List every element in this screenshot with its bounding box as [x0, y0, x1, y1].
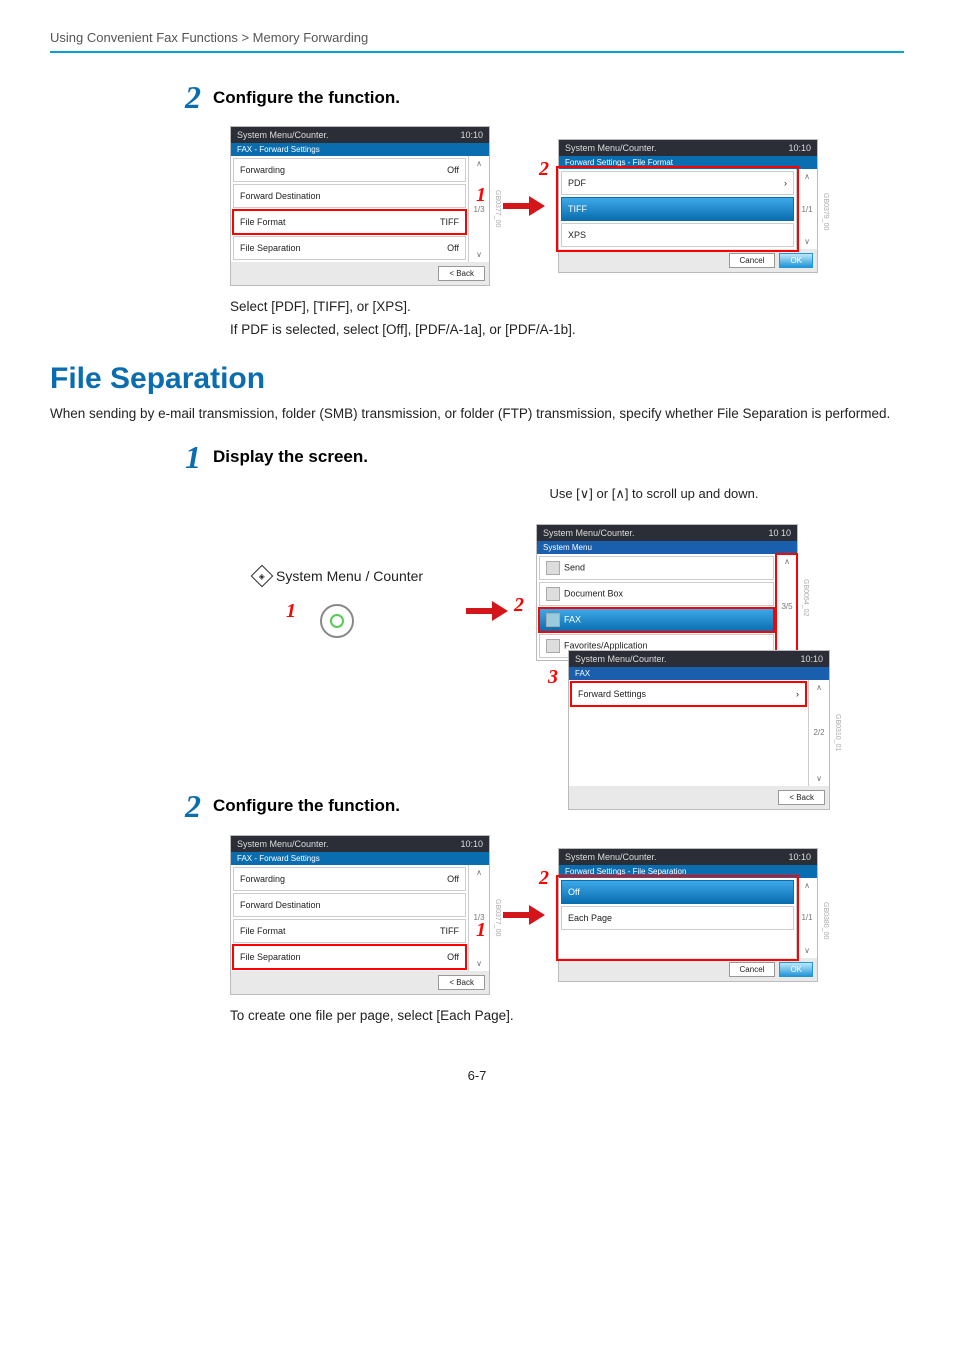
page-indicator: 2/2: [813, 728, 824, 737]
option-xps[interactable]: XPS: [561, 223, 794, 247]
scroll-down-icon[interactable]: ∨: [804, 237, 810, 246]
clock: 10:10: [788, 852, 811, 862]
callout-2: 2: [514, 594, 524, 617]
section-heading: File Separation: [50, 362, 904, 396]
arrow-right-icon: [498, 193, 550, 219]
screen-fax-menu: System Menu/Counter. 10:10 FAX Forward Se…: [568, 650, 830, 810]
screen-file-format: 2 System Menu/Counter.10:10 Forward Sett…: [558, 139, 818, 273]
step-2-number: 2: [185, 79, 201, 116]
scroll-down-icon[interactable]: ∨: [816, 774, 822, 783]
title: System Menu/Counter.: [565, 852, 657, 862]
subtitle: FAX: [569, 667, 829, 680]
section-description: When sending by e-mail transmission, fol…: [50, 406, 904, 421]
step-1-title: Display the screen.: [213, 447, 368, 467]
menu-send[interactable]: Send: [539, 556, 774, 580]
row-forwarding[interactable]: ForwardingOff: [233, 158, 466, 182]
subtitle: Forward Settings - File Format: [559, 156, 817, 169]
subtitle: System Menu: [537, 541, 797, 554]
step-1-number: 1: [185, 439, 201, 476]
menu-forward-settings[interactable]: Forward Settings›: [571, 682, 806, 706]
scroll-down-icon[interactable]: ∨: [476, 250, 482, 259]
physical-button[interactable]: [320, 604, 354, 638]
callout-2: 2: [539, 158, 549, 181]
row-file-format[interactable]: File FormatTIFF: [233, 210, 466, 234]
back-button[interactable]: < Back: [438, 975, 485, 990]
scroll-down-icon[interactable]: ∨: [804, 946, 810, 955]
row-file-format[interactable]: File FormatTIFF: [233, 919, 466, 943]
ref-code: GB0377_00: [494, 190, 501, 227]
option-tiff[interactable]: TIFF: [561, 197, 794, 221]
subtitle: FAX - Forward Settings: [231, 143, 489, 156]
cancel-button[interactable]: Cancel: [729, 253, 776, 268]
scroll-up-icon[interactable]: ∧: [476, 868, 482, 877]
system-menu-button-label: ◈ System Menu / Counter: [254, 568, 423, 584]
title: System Menu/Counter.: [565, 143, 657, 153]
ref-code: GB0379_00: [822, 193, 829, 230]
step-2-title: Configure the function.: [213, 88, 400, 108]
row-file-separation[interactable]: File SeparationOff: [233, 236, 466, 260]
title: System Menu/Counter.: [543, 528, 635, 538]
ref-code: GB0054_02: [802, 579, 809, 616]
callout-1: 1: [476, 919, 486, 942]
arrow-right-icon: [464, 598, 510, 624]
page-indicator: 3/5: [781, 602, 792, 611]
scroll-up-icon[interactable]: ∧: [804, 172, 810, 181]
callout-3: 3: [548, 666, 558, 689]
callout-1: 1: [286, 600, 296, 623]
instruction-text: Select [PDF], [TIFF], or [XPS].: [230, 296, 904, 319]
breadcrumb: Using Convenient Fax Functions > Memory …: [50, 30, 904, 45]
page-indicator: 1/1: [801, 205, 812, 214]
scroll-up-icon[interactable]: ∧: [476, 159, 482, 168]
title: System Menu/Counter.: [575, 654, 667, 664]
ok-button[interactable]: OK: [779, 253, 813, 268]
clock: 10:10: [460, 839, 483, 849]
clock: 10:10: [460, 130, 483, 140]
instruction-text: If PDF is selected, select [Off], [PDF/A…: [230, 319, 904, 342]
option-pdf[interactable]: PDF›: [561, 171, 794, 195]
option-off[interactable]: Off: [561, 880, 794, 904]
page-indicator: 1/1: [801, 913, 812, 922]
arrow-right-icon: [498, 902, 550, 928]
ref-code: GB0310_01: [834, 714, 841, 751]
subtitle: Forward Settings - File Separation: [559, 865, 817, 878]
row-file-separation[interactable]: File SeparationOff: [233, 945, 466, 969]
menu-fax[interactable]: FAX: [539, 608, 774, 632]
scroll-up-icon[interactable]: ∧: [804, 881, 810, 890]
clock: 10:10: [800, 654, 823, 664]
page-number: 6-7: [50, 1068, 904, 1083]
row-forwarding[interactable]: ForwardingOff: [233, 867, 466, 891]
callout-1: 1: [476, 184, 486, 207]
clock: 10:10: [788, 143, 811, 153]
diamond-icon: ◈: [251, 565, 274, 588]
scroll-down-icon[interactable]: ∨: [476, 959, 482, 968]
row-forward-destination[interactable]: Forward Destination: [233, 893, 466, 917]
title: System Menu/Counter.: [237, 839, 329, 849]
step-2b-number: 2: [185, 788, 201, 825]
cancel-button[interactable]: Cancel: [729, 962, 776, 977]
ok-button[interactable]: OK: [779, 962, 813, 977]
scroll-hint: Use [∨] or [∧] to scroll up and down.: [404, 486, 904, 502]
title: System Menu/Counter.: [237, 130, 329, 140]
ref-code: GB0377_00: [494, 899, 501, 936]
scroll-up-icon[interactable]: ∧: [816, 683, 822, 692]
menu-document-box[interactable]: Document Box: [539, 582, 774, 606]
step-2b-title: Configure the function.: [213, 796, 400, 816]
screen-file-separation: 2 System Menu/Counter.10:10 Forward Sett…: [558, 848, 818, 982]
callout-2: 2: [539, 867, 549, 890]
subtitle: FAX - Forward Settings: [231, 852, 489, 865]
back-button[interactable]: < Back: [438, 266, 485, 281]
option-each-page[interactable]: Each Page: [561, 906, 794, 930]
instruction-text: To create one file per page, select [Eac…: [230, 1005, 904, 1028]
ref-code: GB0380_00: [822, 902, 829, 939]
back-button[interactable]: < Back: [778, 790, 825, 805]
screen-forward-settings-b: System Menu/Counter. 10:10 FAX - Forward …: [230, 835, 490, 995]
scroll-up-icon[interactable]: ∧: [784, 557, 790, 566]
screen-system-menu: System Menu/Counter.10 10 System Menu Se…: [536, 524, 798, 661]
screen-forward-settings: System Menu/Counter. 10:10 FAX - Forward …: [230, 126, 490, 286]
divider: [50, 51, 904, 53]
row-forward-destination[interactable]: Forward Destination: [233, 184, 466, 208]
